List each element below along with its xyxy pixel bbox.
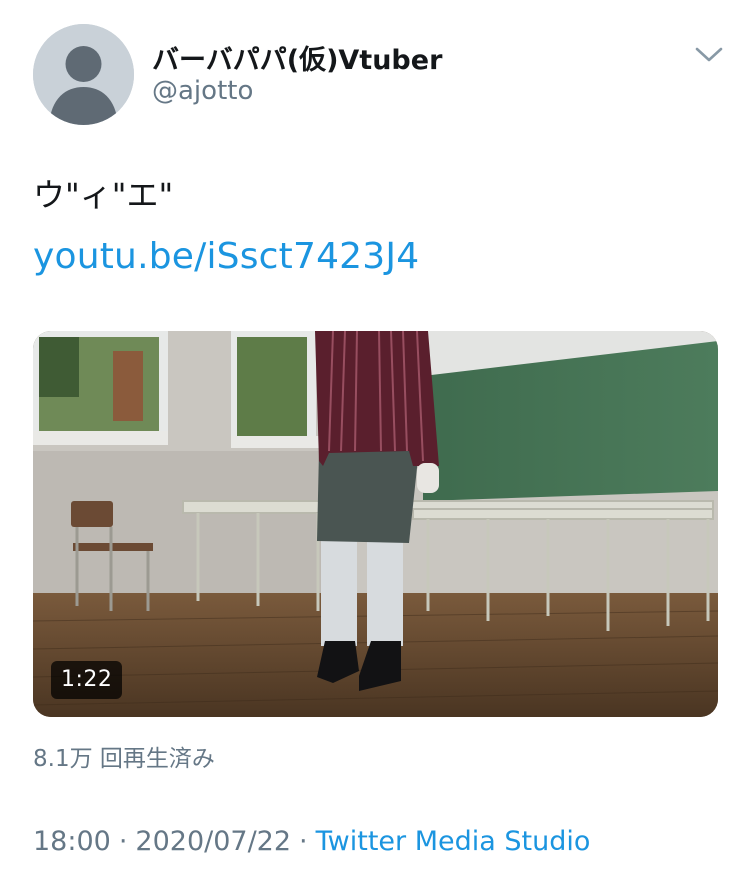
meta-separator: ·: [118, 826, 128, 857]
chevron-down-icon[interactable]: [693, 44, 725, 66]
default-avatar-icon: [33, 24, 134, 125]
avatar[interactable]: [33, 24, 134, 125]
tweet-meta: 18:00 · 2020/07/22 · Twitter Media Studio: [33, 826, 590, 857]
tweet-date[interactable]: 2020/07/22: [135, 826, 291, 857]
tweet-text: ウ"ィ"エ": [33, 176, 174, 214]
tweet-source-link[interactable]: Twitter Media Studio: [316, 826, 591, 857]
author-handle[interactable]: @ajotto: [152, 76, 253, 106]
video-player[interactable]: 1:22: [33, 331, 718, 717]
video-duration-badge: 1:22: [51, 661, 123, 699]
view-count: 8.1万 回再生済み: [33, 746, 215, 772]
tweet-time[interactable]: 18:00: [33, 826, 111, 857]
author-display-name[interactable]: バーバパパ(仮)Vtuber: [152, 38, 442, 77]
meta-separator: ·: [299, 826, 308, 857]
tweet-link[interactable]: youtu.be/iSsct7423J4: [33, 236, 419, 277]
video-thumbnail: [33, 331, 718, 717]
